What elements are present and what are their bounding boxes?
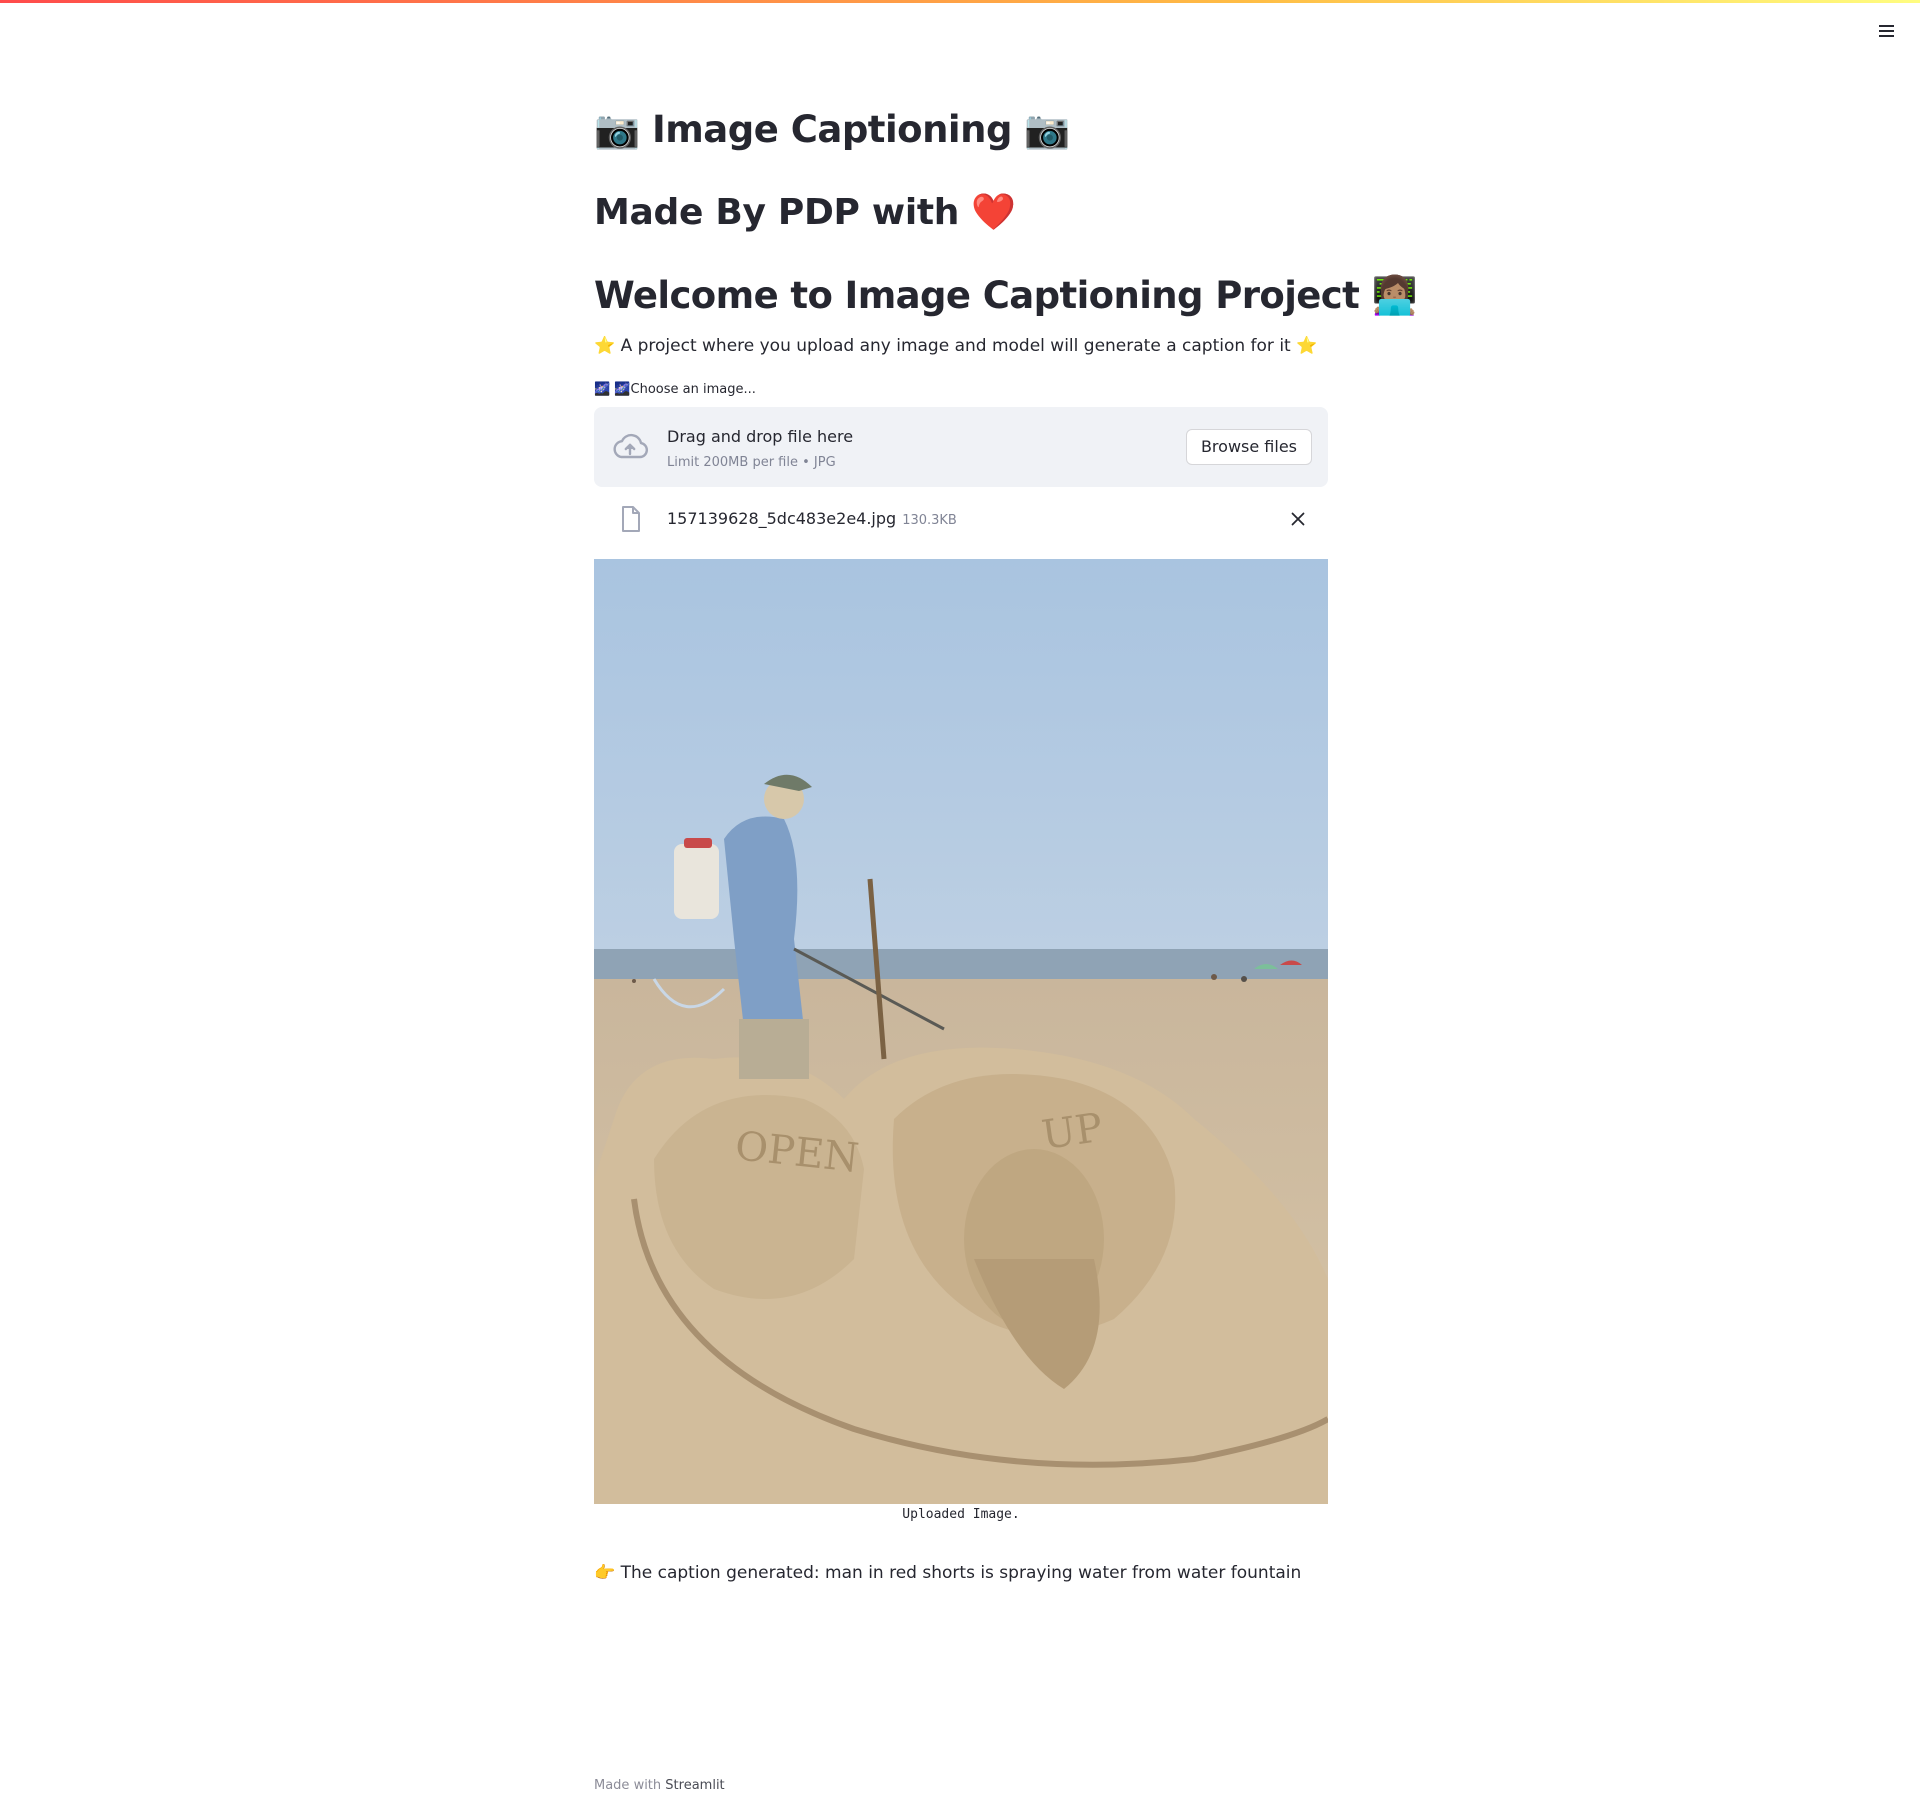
image-caption: Uploaded Image. xyxy=(902,1507,1020,1522)
file-name-text: 157139628_5dc483e2e4.jpg xyxy=(667,509,897,528)
browse-files-button[interactable]: Browse files xyxy=(1185,429,1312,465)
streamlit-link[interactable]: Streamlit xyxy=(665,1778,724,1793)
dropzone-instructions: Drag and drop file here xyxy=(667,427,854,446)
page-title: 📷 Image Captioning 📷 xyxy=(594,108,1070,151)
header-decoration-bar xyxy=(0,0,1920,3)
file-icon xyxy=(622,506,640,532)
uploaded-image: OPEN UP xyxy=(594,559,1328,1504)
page-subtitle: Made By PDP with ❤️ xyxy=(594,192,1016,233)
project-description: ⭐ A project where you upload any image a… xyxy=(594,336,1318,356)
uploaded-file-item: 157139628_5dc483e2e4.jpg 130.3KB xyxy=(594,497,1328,541)
svg-text:UP: UP xyxy=(1039,1105,1105,1159)
cloud-upload-icon xyxy=(613,433,649,459)
footer: Made with Streamlit xyxy=(594,1777,725,1795)
beach-sand-sculpture-photo: OPEN UP xyxy=(594,559,1328,1504)
file-size: 130.3KB xyxy=(902,513,957,528)
generated-caption: 👉 The caption generated: man in red shor… xyxy=(594,1563,1302,1583)
welcome-heading: Welcome to Image Captioning Project 👩🏽‍💻 xyxy=(594,274,1418,317)
file-uploader-label: 🌌 🌌Choose an image... xyxy=(594,382,756,397)
hamburger-menu-icon[interactable] xyxy=(1874,20,1898,42)
dropzone-limit-text: Limit 200MB per file • JPG xyxy=(667,455,836,470)
footer-prefix: Made with xyxy=(594,1778,662,1793)
file-dropzone[interactable]: Drag and drop file here Limit 200MB per … xyxy=(594,407,1328,487)
close-icon[interactable] xyxy=(1288,509,1308,529)
uploaded-file-name: 157139628_5dc483e2e4.jpg 130.3KB xyxy=(667,508,957,532)
